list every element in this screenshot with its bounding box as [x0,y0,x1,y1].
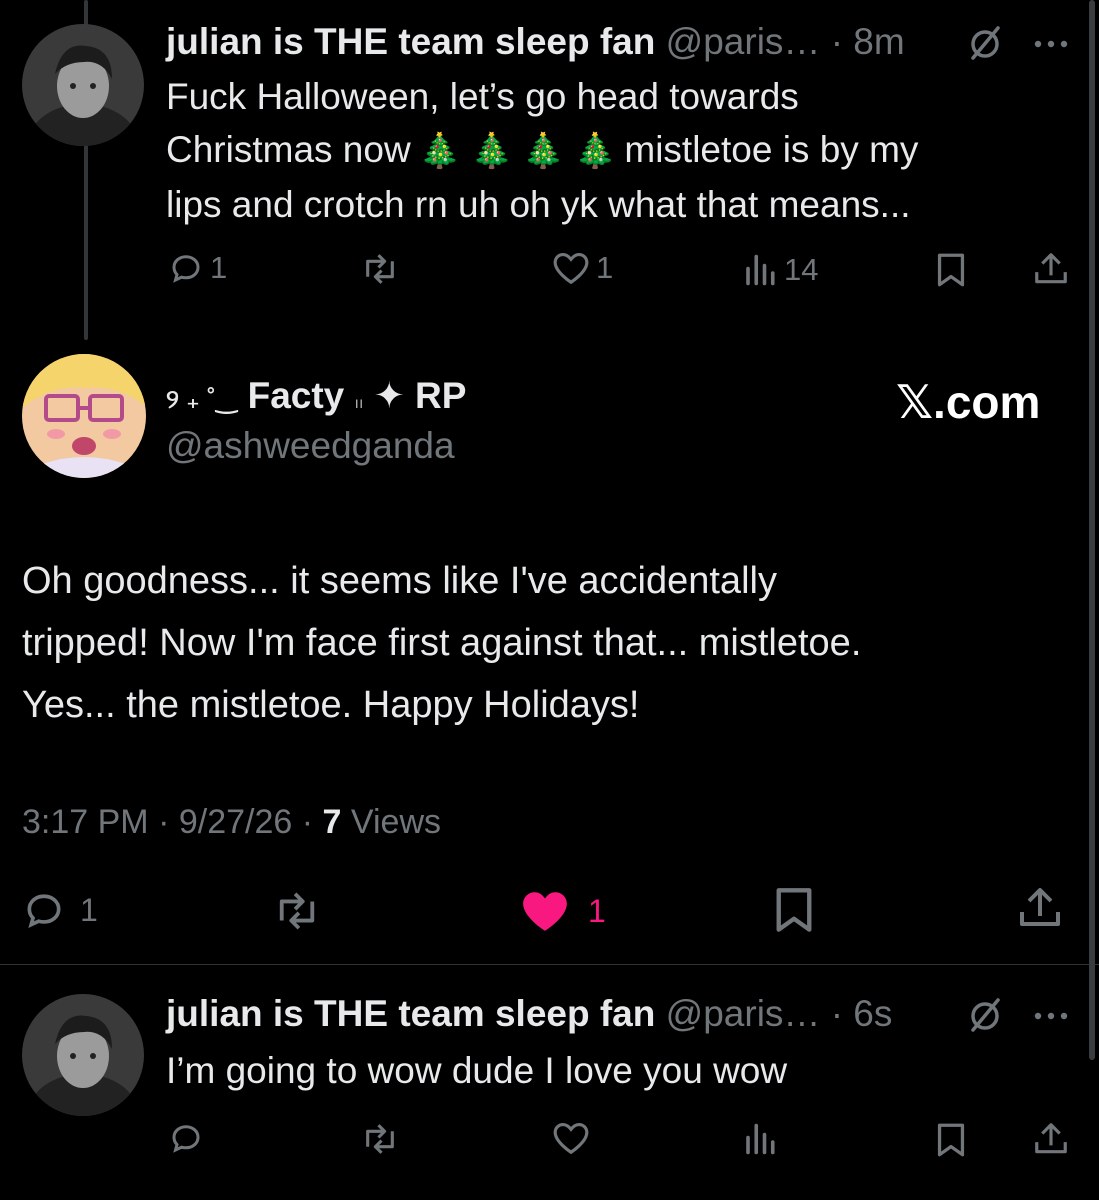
avatar[interactable] [22,994,144,1116]
handle[interactable]: @ashweedganda [166,424,455,468]
heart-icon [553,1122,589,1155]
tweet-date: 9/27/26 [178,803,293,841]
views-button[interactable]: 14 [742,252,818,288]
avatar[interactable] [22,354,146,478]
repost-icon [279,892,315,930]
views-button[interactable] [742,1122,778,1156]
tweet-text-line: Fuck Halloween, let’s go head towards [166,76,799,117]
tweet-text-line: Oh goodness... it seems like I've accide… [22,560,777,602]
bookmark-icon[interactable] [934,1122,968,1163]
views-label: Views [350,803,442,841]
reply-button[interactable]: 1 [168,250,227,286]
reply-icon [27,894,61,928]
scrollbar[interactable] [1089,0,1095,1060]
reply-button[interactable]: 1 [22,888,98,932]
display-name[interactable]: julian is THE team sleep fan [166,21,655,62]
repost-button[interactable] [360,252,400,286]
more-options-icon[interactable] [1033,1008,1069,1026]
tweet-header: julian is THE team sleep fan @paris… · 8… [166,20,905,64]
heart-icon [553,252,589,285]
reply-count: 1 [210,250,228,285]
tweet-time: 3:17 PM [22,803,149,841]
tweet-timestamp[interactable]: 3:17 PM · 9/27/26 · 7 Views [22,800,441,844]
star-glyph: ✦ [373,375,405,416]
separator-dot: · [301,803,314,841]
timestamp[interactable]: · 6s [831,993,893,1034]
views-icon [746,254,775,286]
repost-button[interactable] [272,890,322,932]
handle[interactable]: @paris… [666,21,821,62]
tweet-text-fragment: Christmas now [166,129,411,170]
reply-count: 1 [80,891,98,928]
share-icon[interactable] [1032,1120,1070,1163]
tweet-text: Fuck Halloween, let’s go head towards Ch… [166,70,1066,231]
like-count: 1 [588,892,606,929]
views-count: 7 [322,803,342,841]
like-button[interactable]: 1 [520,888,606,934]
share-icon[interactable] [1016,884,1064,937]
bookmark-icon[interactable] [772,886,816,939]
tweet-text-line: tripped! Now I'm face first against that… [22,622,862,664]
name-separator: ıı [354,395,364,412]
reply-button[interactable] [168,1120,204,1156]
reply-icon [172,1125,200,1153]
grok-icon[interactable] [968,24,1002,67]
repost-icon [366,1124,394,1154]
reply-icon [172,255,200,283]
tweet-text-line: Yes... the mistletoe. Happy Holidays! [22,684,640,726]
views-count: 14 [784,252,819,287]
like-button[interactable]: 1 [552,250,613,286]
avatar[interactable] [22,24,144,146]
divider [0,964,1099,965]
tweet-text: Oh goodness... it seems like I've accide… [22,550,1082,736]
repost-button[interactable] [360,1122,400,1156]
christmas-tree-emojis: 🎄 🎄 🎄 🎄 [418,132,617,170]
site-label: 𝕏.com [896,376,1041,428]
tweet-text-line: Christmas now 🎄 🎄 🎄 🎄 mistletoe is by my [166,123,1066,178]
like-button[interactable] [552,1120,590,1156]
bookmark-icon[interactable] [934,252,968,293]
display-name: Facty [247,375,345,416]
display-name[interactable]: julian is THE team sleep fan [166,993,655,1034]
grok-icon[interactable] [968,996,1002,1039]
views-icon [746,1123,775,1155]
tweet-text: I’m going to wow dude I love you wow [166,1050,788,1091]
heart-filled-icon [523,892,567,931]
tweet-header: julian is THE team sleep fan @paris… · 6… [166,992,892,1036]
more-options-icon[interactable] [1033,36,1069,54]
name-suffix: RP [415,375,467,416]
timestamp[interactable]: · 8m [831,21,905,62]
separator-dot: · [158,803,170,841]
name-decoration: ୨ ₊ ˚‿ [166,384,238,414]
like-count: 1 [596,250,614,285]
share-icon[interactable] [1032,250,1070,293]
handle[interactable]: @paris… [666,993,821,1034]
repost-icon [366,254,394,284]
tweet-text-fragment: mistletoe is by my [624,129,919,170]
tweet-text-line: lips and crotch rn uh oh yk what that me… [166,184,911,225]
author-name-row[interactable]: ୨ ₊ ˚‿ Facty ıı ✦ RP [166,374,466,426]
